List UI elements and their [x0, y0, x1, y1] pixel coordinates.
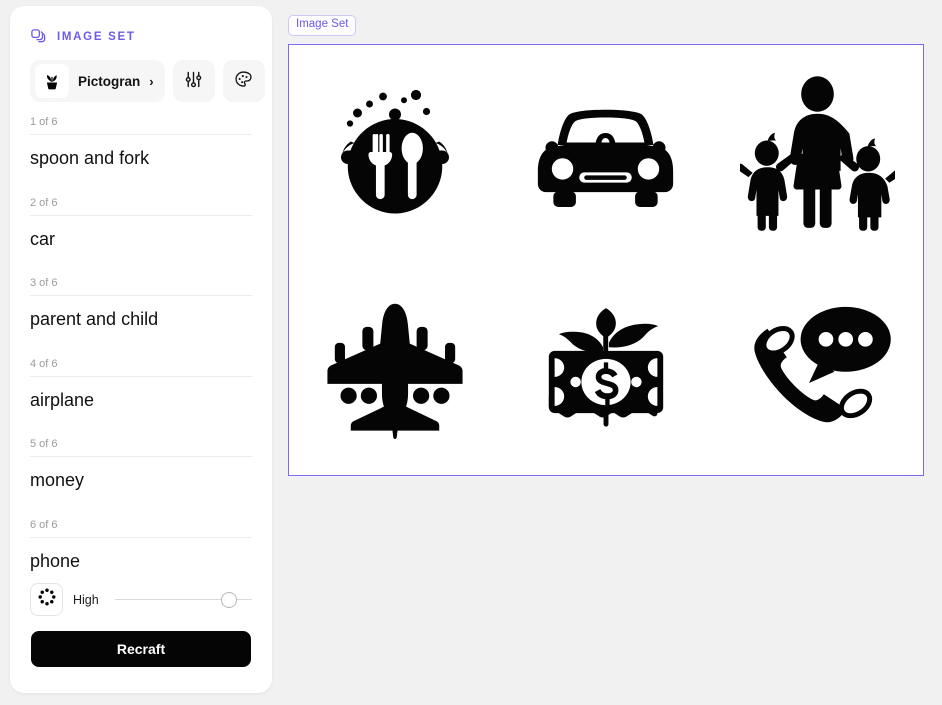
prompt-counter: 6 of 6 — [30, 518, 58, 531]
quality-preset-button[interactable] — [30, 583, 63, 616]
prompt-counter: 5 of 6 — [30, 438, 58, 451]
pictogram-parent-and-child[interactable] — [712, 45, 923, 260]
prompt-text[interactable]: money — [30, 457, 252, 519]
image-set-frame[interactable] — [288, 43, 924, 476]
prompt-text[interactable]: parent and child — [30, 296, 252, 358]
prompt-counter: 4 of 6 — [30, 357, 58, 370]
prompt-item[interactable]: 4 of 6 airplane — [30, 358, 252, 439]
prompt-item[interactable]: 3 of 6 parent and child — [30, 277, 252, 358]
settings-sliders-button[interactable] — [172, 60, 215, 102]
left-panel: IMAGE SET Pictogran › 1 of 6 spoon and f… — [10, 6, 272, 693]
prompt-list: 1 of 6 spoon and fork 2 of 6 car 3 of 6 paren… — [30, 116, 252, 600]
palette-icon — [233, 69, 254, 93]
sliders-icon — [183, 69, 204, 93]
slider-handle[interactable] — [220, 591, 237, 608]
recraft-button[interactable]: Recraft — [31, 631, 251, 667]
prompt-counter: 2 of 6 — [30, 196, 58, 209]
palette-button[interactable] — [222, 60, 265, 102]
prompt-text[interactable]: car — [30, 216, 252, 278]
chevron-right-icon: › — [149, 73, 154, 89]
prompt-item[interactable]: 5 of 6 money — [30, 438, 252, 519]
style-toolbar: Pictogran › — [30, 60, 265, 102]
pictogram-spoon-and-fork[interactable] — [289, 45, 500, 260]
panel-title: IMAGE SET — [57, 31, 136, 43]
prompt-counter: 3 of 6 — [30, 277, 58, 290]
canvas-area: Image Set — [288, 14, 924, 476]
prompt-text[interactable]: airplane — [30, 377, 252, 439]
panel-header: IMAGE SET — [30, 6, 252, 52]
pictogram-phone[interactable] — [712, 260, 923, 475]
pictogram-money[interactable] — [500, 260, 711, 475]
pictogram-car[interactable] — [500, 45, 711, 260]
prompt-counter: 1 of 6 — [30, 116, 58, 128]
quality-slider[interactable] — [114, 591, 252, 609]
style-selector[interactable]: Pictogran › — [30, 60, 165, 102]
prompt-item[interactable]: 2 of 6 car — [30, 197, 252, 278]
pictogram-airplane[interactable] — [289, 260, 500, 475]
prompt-item[interactable]: 1 of 6 spoon and fork — [30, 116, 252, 197]
style-name-label: Pictogran — [78, 73, 141, 89]
dot-ring-icon — [36, 586, 58, 613]
potted-plant-icon — [35, 64, 69, 98]
canvas-badge[interactable]: Image Set — [288, 15, 357, 36]
app-root: IMAGE SET Pictogran › 1 of 6 spoon and f… — [0, 0, 942, 705]
quality-label: High — [73, 592, 99, 607]
prompt-text[interactable]: spoon and fork — [30, 135, 252, 197]
quality-control: High — [30, 583, 252, 616]
stacked-layers-icon — [30, 28, 48, 46]
